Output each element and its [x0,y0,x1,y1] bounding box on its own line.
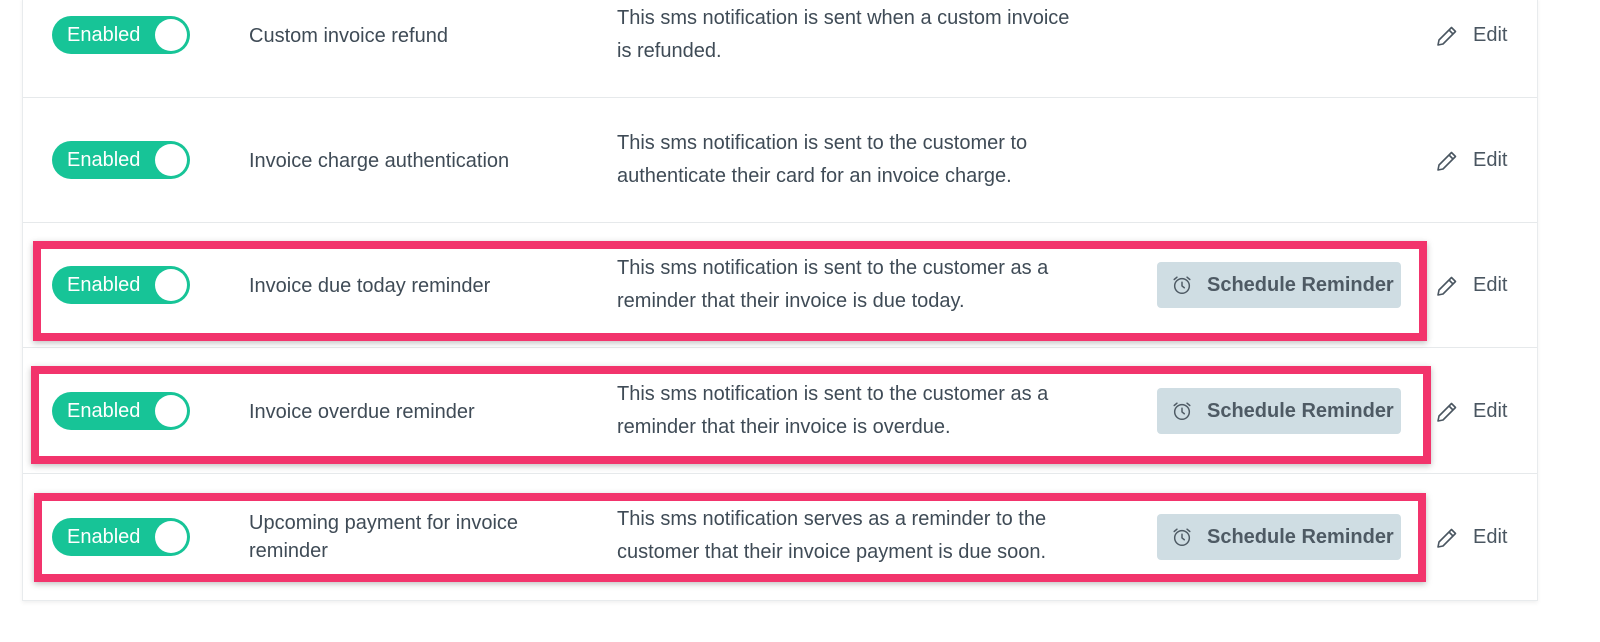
schedule-reminder-button[interactable]: Schedule Reminder [1157,262,1401,308]
pencil-icon [1437,26,1457,46]
schedule-reminder-label: Schedule Reminder [1207,525,1394,548]
schedule-reminder-label: Schedule Reminder [1207,274,1394,296]
enabled-toggle[interactable]: Enabled [52,392,190,430]
notification-row: Enabled Invoice overdue reminder This sm… [23,349,1537,474]
edit-button[interactable]: Edit [1435,522,1525,552]
schedule-reminder-label: Schedule Reminder [1207,400,1394,422]
edit-button[interactable]: Edit [1435,270,1525,300]
notification-name: Upcoming payment for invoice reminder [249,512,519,562]
notification-name: Invoice due today reminder [249,275,491,297]
toggle-label: Enabled [67,24,141,46]
edit-button[interactable]: Edit [1435,145,1525,175]
alarm-clock-icon [1173,527,1191,546]
toggle-label: Enabled [67,149,141,171]
enabled-toggle[interactable]: Enabled [52,266,190,304]
pencil-icon [1437,151,1457,171]
toggle-knob [155,269,187,301]
enabled-toggle[interactable]: Enabled [52,517,190,556]
edit-label: Edit [1473,274,1508,296]
notification-row: Enabled Custom invoice refund This sms n… [23,0,1537,98]
edit-label: Edit [1473,149,1508,171]
notification-description: This sms notification is sent to the cus… [617,132,1028,187]
pencil-icon [1437,402,1457,422]
pencil-icon [1437,276,1457,296]
toggle-knob [155,144,187,176]
notification-description: This sms notification is sent when a cus… [617,7,1070,62]
notification-name: Invoice overdue reminder [249,401,475,423]
notification-row: Enabled Upcoming payment for invoice rem… [23,474,1537,599]
notification-row: Enabled Invoice due today reminder This … [23,223,1537,348]
schedule-reminder-button[interactable]: Schedule Reminder [1157,388,1401,434]
alarm-clock-icon [1173,402,1191,420]
notification-description: This sms notification serves as a remind… [617,508,1047,563]
pencil-icon [1437,528,1457,548]
toggle-knob [155,395,187,427]
notification-description: This sms notification is sent to the cus… [617,383,1049,438]
enabled-toggle[interactable]: Enabled [52,16,190,54]
notification-description: This sms notification is sent to the cus… [617,257,1049,312]
edit-label: Edit [1473,24,1508,46]
edit-button[interactable]: Edit [1435,20,1525,50]
toggle-knob [155,520,187,553]
edit-label: Edit [1473,525,1508,548]
edit-label: Edit [1473,400,1508,422]
enabled-toggle[interactable]: Enabled [52,141,190,179]
edit-button[interactable]: Edit [1435,396,1525,426]
toggle-label: Enabled [67,525,141,548]
toggle-label: Enabled [67,400,141,422]
toggle-label: Enabled [67,274,141,296]
schedule-reminder-button[interactable]: Schedule Reminder [1157,513,1401,560]
notification-name: Invoice charge authentication [249,150,510,172]
notification-row: Enabled Invoice charge authentication Th… [23,98,1537,223]
alarm-clock-icon [1173,276,1191,294]
toggle-knob [155,19,187,51]
notification-name: Custom invoice refund [249,25,448,47]
sms-notifications-card: Enabled Custom invoice refund This sms n… [22,0,1538,601]
